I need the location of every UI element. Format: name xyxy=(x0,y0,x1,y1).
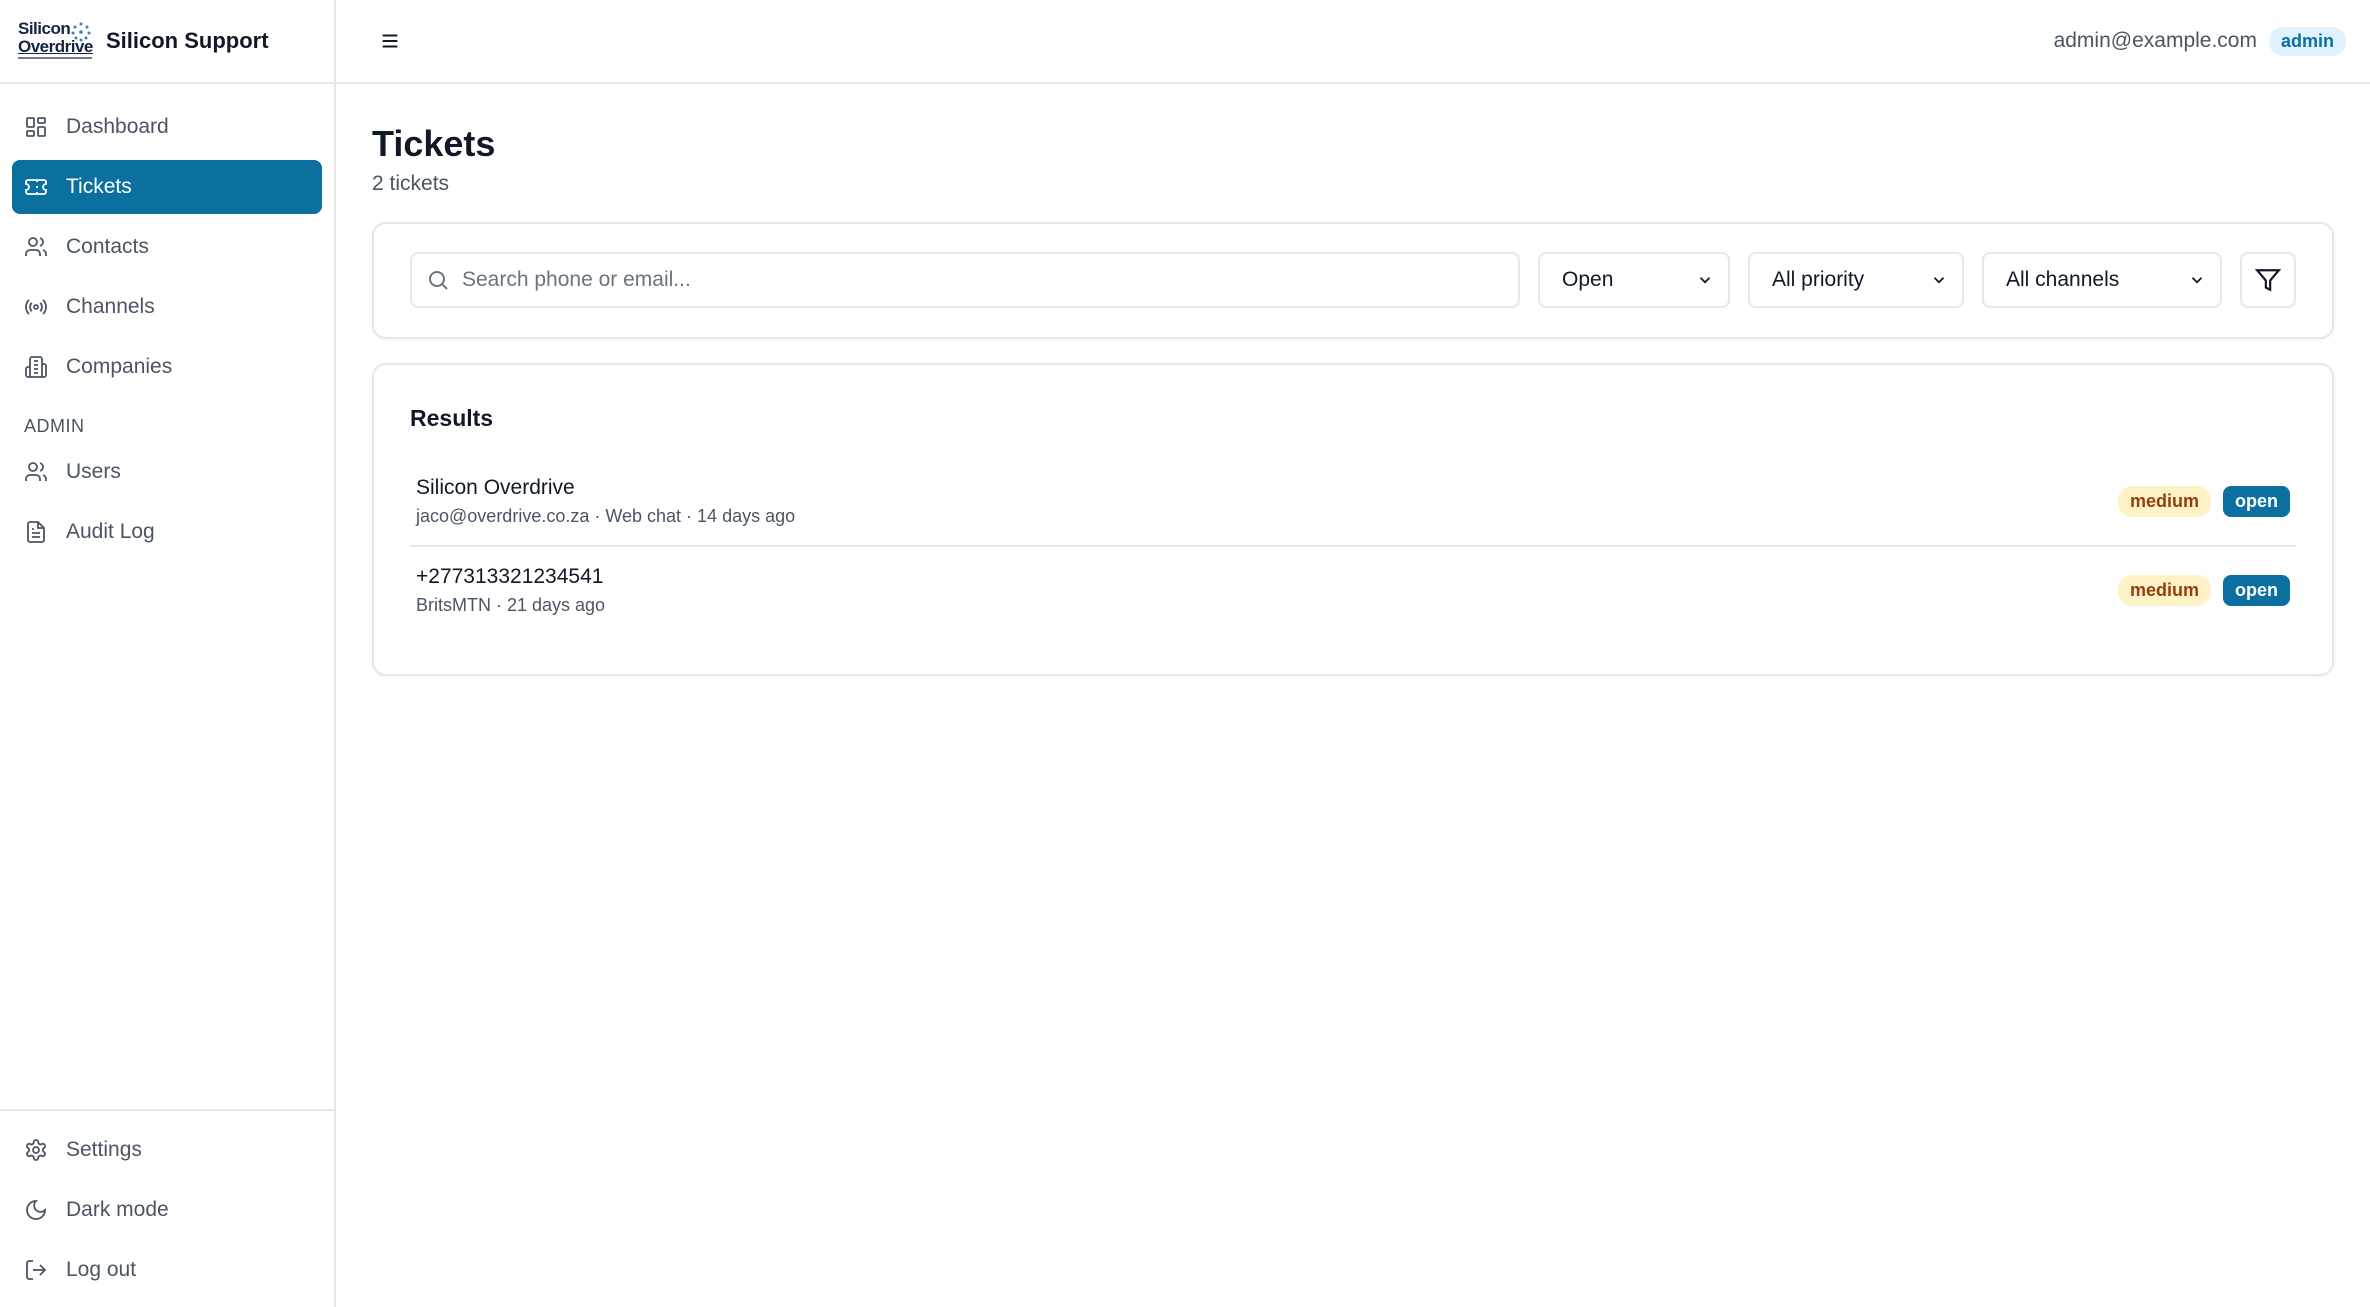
dashboard-icon xyxy=(26,117,46,137)
role-badge: admin xyxy=(2268,26,2346,56)
search-box xyxy=(410,252,1520,309)
company-logo: Silicon Overdrive xyxy=(18,20,93,62)
sidebar-item-label: Dark mode xyxy=(66,1198,169,1221)
main-area: admin@example.com admin Tickets 2 ticket… xyxy=(336,0,2370,1307)
sidebar-item-dashboard[interactable]: Dashboard xyxy=(12,100,322,154)
sidebar-item-settings[interactable]: Settings xyxy=(12,1123,322,1177)
gear-icon xyxy=(26,1139,46,1161)
channels-select[interactable]: All channels xyxy=(1982,252,2222,309)
sidebar-item-log-out[interactable]: Log out xyxy=(12,1243,322,1297)
filter-icon xyxy=(2255,269,2281,292)
priority-select[interactable]: All priority xyxy=(1748,252,1964,309)
ticket-row[interactable]: Silicon Overdrive jaco@overdrive.co.za ·… xyxy=(410,458,2296,545)
results-card: Results Silicon Overdrive jaco@overdrive… xyxy=(372,362,2334,676)
sidebar-footer: Settings Dark mode Log out xyxy=(0,1109,334,1307)
sidebar-item-label: Log out xyxy=(66,1258,137,1281)
ticket-info: +277313321234541 BritsMTN · 21 days ago xyxy=(416,565,2106,616)
sidebar-item-label: Users xyxy=(66,460,121,483)
app: Silicon Overdrive Silicon Support Dashbo… xyxy=(0,0,2370,1307)
channels-select-value: All channels xyxy=(2006,268,2120,292)
admin-section-label: ADMIN xyxy=(24,416,85,436)
sidebar-item-contacts[interactable]: Contacts xyxy=(12,220,322,274)
users-icon xyxy=(25,237,47,256)
moon-icon xyxy=(26,1200,46,1220)
logo-mark-icon xyxy=(71,22,91,42)
status-select-value: Open xyxy=(1562,268,1614,292)
logout-icon xyxy=(26,1260,47,1280)
sidebar-item-users[interactable]: Users xyxy=(12,445,322,499)
menu-toggle-button[interactable] xyxy=(372,23,408,59)
sidebar-item-label: Dashboard xyxy=(66,115,169,138)
results-title: Results xyxy=(410,404,494,431)
priority-badge: medium xyxy=(2117,485,2211,517)
file-icon xyxy=(27,521,45,543)
status-select[interactable]: Open xyxy=(1538,252,1730,309)
priority-select-value: All priority xyxy=(1772,268,1865,292)
sidebar-item-tickets[interactable]: Tickets xyxy=(12,160,322,214)
status-badge: open xyxy=(2223,574,2290,606)
hamburger-icon xyxy=(382,34,398,48)
ticket-row[interactable]: +277313321234541 BritsMTN · 21 days ago … xyxy=(410,544,2296,634)
chevron-down-icon xyxy=(1699,277,1711,284)
building-icon xyxy=(25,356,47,378)
chevron-down-icon xyxy=(1933,277,1945,284)
sidebar-item-channels[interactable]: Channels xyxy=(12,280,322,334)
brand: Silicon Overdrive Silicon Support xyxy=(0,0,334,84)
ticket-icon xyxy=(25,179,47,195)
priority-badge: medium xyxy=(2117,574,2211,606)
sidebar-item-label: Channels xyxy=(66,295,155,318)
user-email: admin@example.com xyxy=(2053,29,2257,52)
ticket-meta: jaco@overdrive.co.za · Web chat · 14 day… xyxy=(416,505,796,526)
sidebar: Silicon Overdrive Silicon Support Dashbo… xyxy=(0,0,336,1307)
users-icon xyxy=(25,462,47,481)
search-icon xyxy=(429,271,448,290)
sidebar-item-label: Settings xyxy=(66,1138,142,1161)
chevron-down-icon xyxy=(2191,277,2203,284)
sidebar-item-dark-mode[interactable]: Dark mode xyxy=(12,1183,322,1237)
ticket-title: Silicon Overdrive xyxy=(416,475,575,499)
ticket-info: Silicon Overdrive jaco@overdrive.co.za ·… xyxy=(416,476,2106,527)
sidebar-item-label: Contacts xyxy=(66,235,149,258)
ticket-meta: BritsMTN · 21 days ago xyxy=(416,594,606,615)
app-name: Silicon Support xyxy=(106,28,269,53)
page-title: Tickets xyxy=(372,123,496,164)
radio-icon xyxy=(25,299,47,315)
main-nav: Dashboard Tickets Contacts Channels Comp… xyxy=(0,84,334,394)
sidebar-item-label: Tickets xyxy=(66,175,132,198)
filters-card: Open All priority All channels xyxy=(372,221,2334,339)
filter-button[interactable] xyxy=(2240,252,2296,309)
search-input[interactable] xyxy=(462,268,1518,293)
topbar: admin@example.com admin xyxy=(336,0,2370,84)
sidebar-item-label: Companies xyxy=(66,355,173,378)
sidebar-item-audit-log[interactable]: Audit Log xyxy=(12,505,322,559)
admin-nav: Users Audit Log xyxy=(0,445,334,559)
ticket-count: 2 tickets xyxy=(372,171,450,195)
ticket-title: +277313321234541 xyxy=(416,564,604,588)
page-content: Tickets 2 tickets Open All priority xyxy=(336,84,2370,676)
sidebar-item-companies[interactable]: Companies xyxy=(12,340,322,394)
status-badge: open xyxy=(2223,485,2290,517)
sidebar-item-label: Audit Log xyxy=(66,520,155,543)
